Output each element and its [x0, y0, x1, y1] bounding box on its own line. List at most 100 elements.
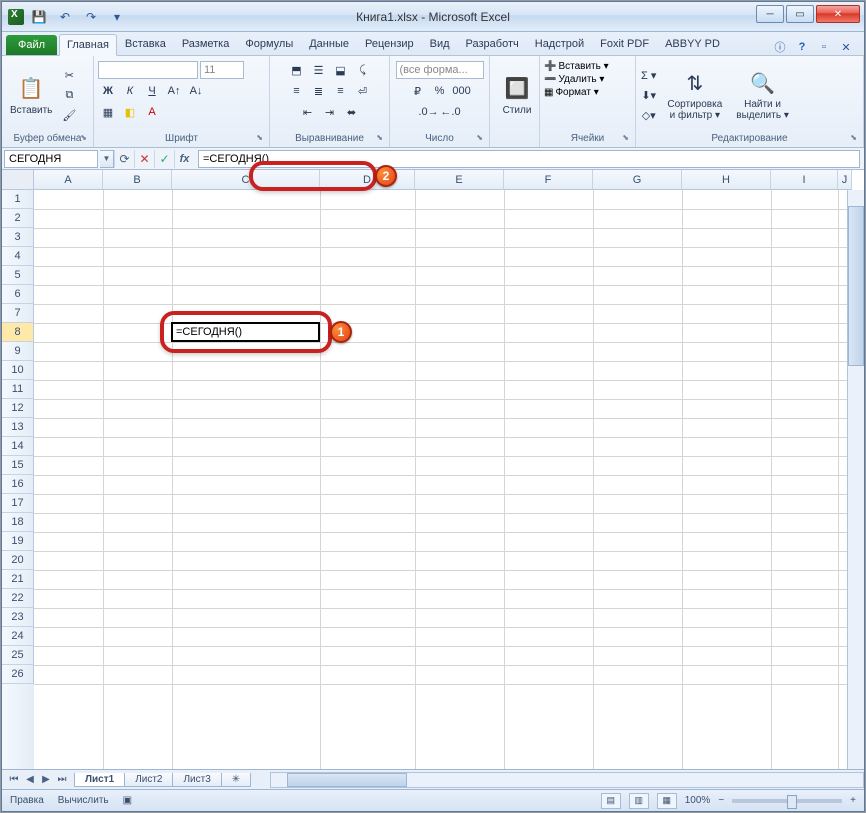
find-select-button[interactable]: 🔍 Найти и выделить ▾ [732, 67, 793, 123]
row-header-18[interactable]: 18 [2, 513, 34, 532]
sheet-tab-2[interactable]: Лист2 [124, 773, 173, 787]
row-header-25[interactable]: 25 [2, 646, 34, 665]
doc-close-icon[interactable]: ✕ [838, 39, 854, 55]
file-tab[interactable]: Файл [6, 35, 57, 55]
row-header-20[interactable]: 20 [2, 551, 34, 570]
col-header-E[interactable]: E [415, 170, 504, 190]
tab-developer[interactable]: Разработч [458, 33, 527, 55]
sheet-tab-3[interactable]: Лист3 [172, 773, 221, 787]
vertical-scrollbar[interactable] [847, 190, 864, 769]
row-header-14[interactable]: 14 [2, 437, 34, 456]
select-all-corner[interactable] [2, 170, 34, 190]
decrease-font-icon[interactable]: A↓ [186, 82, 206, 100]
underline-button[interactable]: Ч [142, 82, 162, 100]
row-header-9[interactable]: 9 [2, 342, 34, 361]
copy-icon[interactable]: ⧉ [59, 86, 79, 104]
align-center-icon[interactable]: ≣ [309, 82, 329, 100]
row-header-13[interactable]: 13 [2, 418, 34, 437]
paste-button[interactable]: 📋 Вставить [6, 73, 56, 118]
help-icon[interactable]: ? [794, 39, 810, 55]
sheet-nav-next-icon[interactable]: ▶ [38, 774, 54, 785]
col-header-F[interactable]: F [504, 170, 593, 190]
maximize-button[interactable]: ▭ [786, 5, 814, 23]
refresh-icon[interactable]: ⟳ [114, 150, 134, 168]
insert-function-icon[interactable]: fx [174, 150, 194, 168]
align-right-icon[interactable]: ≡ [331, 82, 351, 100]
tab-layout[interactable]: Разметка [174, 33, 238, 55]
tab-foxit[interactable]: Foxit PDF [592, 33, 657, 55]
row-header-5[interactable]: 5 [2, 266, 34, 285]
horizontal-scrollbar[interactable] [270, 772, 864, 788]
cut-icon[interactable]: ✂ [59, 66, 79, 84]
row-header-7[interactable]: 7 [2, 304, 34, 323]
row-header-23[interactable]: 23 [2, 608, 34, 627]
tab-addins[interactable]: Надстрой [527, 33, 592, 55]
wrap-text-icon[interactable]: ⏎ [353, 82, 373, 100]
row-header-24[interactable]: 24 [2, 627, 34, 646]
new-sheet-icon[interactable]: ✳ [221, 773, 251, 787]
worksheet-grid[interactable]: ABCDEFGHIJ 12345678910111213141516171819… [2, 170, 864, 769]
row-header-26[interactable]: 26 [2, 665, 34, 684]
increase-font-icon[interactable]: A↑ [164, 82, 184, 100]
tab-abbyy[interactable]: ABBYY PD [657, 33, 728, 55]
clear-button[interactable]: ◇▾ [640, 106, 657, 124]
increase-decimal-icon[interactable]: .0→ [419, 103, 439, 121]
percent-icon[interactable]: % [430, 82, 450, 100]
minimize-ribbon-icon[interactable]: ⓘ [772, 39, 788, 55]
zoom-slider[interactable] [732, 799, 842, 803]
sheet-nav-prev-icon[interactable]: ◀ [22, 774, 38, 785]
qat-save[interactable]: 💾 [28, 6, 50, 28]
col-header-G[interactable]: G [593, 170, 682, 190]
autosum-button[interactable]: Σ ▾ [640, 66, 657, 84]
align-left-icon[interactable]: ≡ [287, 82, 307, 100]
col-header-C[interactable]: C [172, 170, 320, 190]
align-top-icon[interactable]: ⬒ [287, 61, 307, 79]
decrease-decimal-icon[interactable]: ←.0 [441, 103, 461, 121]
tab-view[interactable]: Вид [422, 33, 458, 55]
align-bottom-icon[interactable]: ⬓ [331, 61, 351, 79]
view-pagebreak-icon[interactable]: ▦ [657, 793, 677, 809]
accept-formula-icon[interactable]: ✓ [154, 150, 174, 168]
qat-customize-icon[interactable]: ▾ [106, 6, 128, 28]
row-header-3[interactable]: 3 [2, 228, 34, 247]
sheet-nav-last-icon[interactable]: ⏭ [54, 774, 70, 785]
row-header-19[interactable]: 19 [2, 532, 34, 551]
row-header-21[interactable]: 21 [2, 570, 34, 589]
close-button[interactable]: ✕ [816, 5, 860, 23]
row-header-15[interactable]: 15 [2, 456, 34, 475]
row-header-4[interactable]: 4 [2, 247, 34, 266]
view-normal-icon[interactable]: ▤ [601, 793, 621, 809]
tab-home[interactable]: Главная [59, 34, 117, 56]
active-cell[interactable]: =СЕГОДНЯ() [171, 322, 320, 342]
row-header-6[interactable]: 6 [2, 285, 34, 304]
font-name-select[interactable] [98, 61, 198, 79]
bold-button[interactable]: Ж [98, 82, 118, 100]
row-header-16[interactable]: 16 [2, 475, 34, 494]
sheet-tab-1[interactable]: Лист1 [74, 773, 125, 787]
font-size-select[interactable]: 11 [200, 61, 244, 79]
name-box[interactable]: СЕГОДНЯ [4, 150, 98, 168]
formula-input[interactable] [198, 150, 860, 168]
qat-redo[interactable]: ↷ [80, 6, 102, 28]
view-layout-icon[interactable]: ▥ [629, 793, 649, 809]
col-header-A[interactable]: A [34, 170, 103, 190]
row-header-2[interactable]: 2 [2, 209, 34, 228]
row-header-17[interactable]: 17 [2, 494, 34, 513]
col-header-B[interactable]: B [103, 170, 172, 190]
row-header-22[interactable]: 22 [2, 589, 34, 608]
name-box-dropdown-icon[interactable]: ▼ [100, 150, 114, 168]
tab-formulas[interactable]: Формулы [237, 33, 301, 55]
col-header-D[interactable]: D [320, 170, 415, 190]
tab-review[interactable]: Рецензир [357, 33, 422, 55]
styles-button[interactable]: 🔲 Стили [494, 73, 540, 118]
qat-undo[interactable]: ↶ [54, 6, 76, 28]
format-cells-button[interactable]: ▦ Формат ▾ [544, 87, 599, 98]
col-header-J[interactable]: J [838, 170, 852, 190]
currency-icon[interactable]: ₽ [408, 82, 428, 100]
number-format-select[interactable]: (все форма... [396, 61, 484, 79]
row-header-1[interactable]: 1 [2, 190, 34, 209]
merge-icon[interactable]: ⬌ [342, 103, 362, 121]
align-middle-icon[interactable]: ☰ [309, 61, 329, 79]
orientation-icon[interactable]: ⤹ [353, 61, 373, 79]
row-header-11[interactable]: 11 [2, 380, 34, 399]
